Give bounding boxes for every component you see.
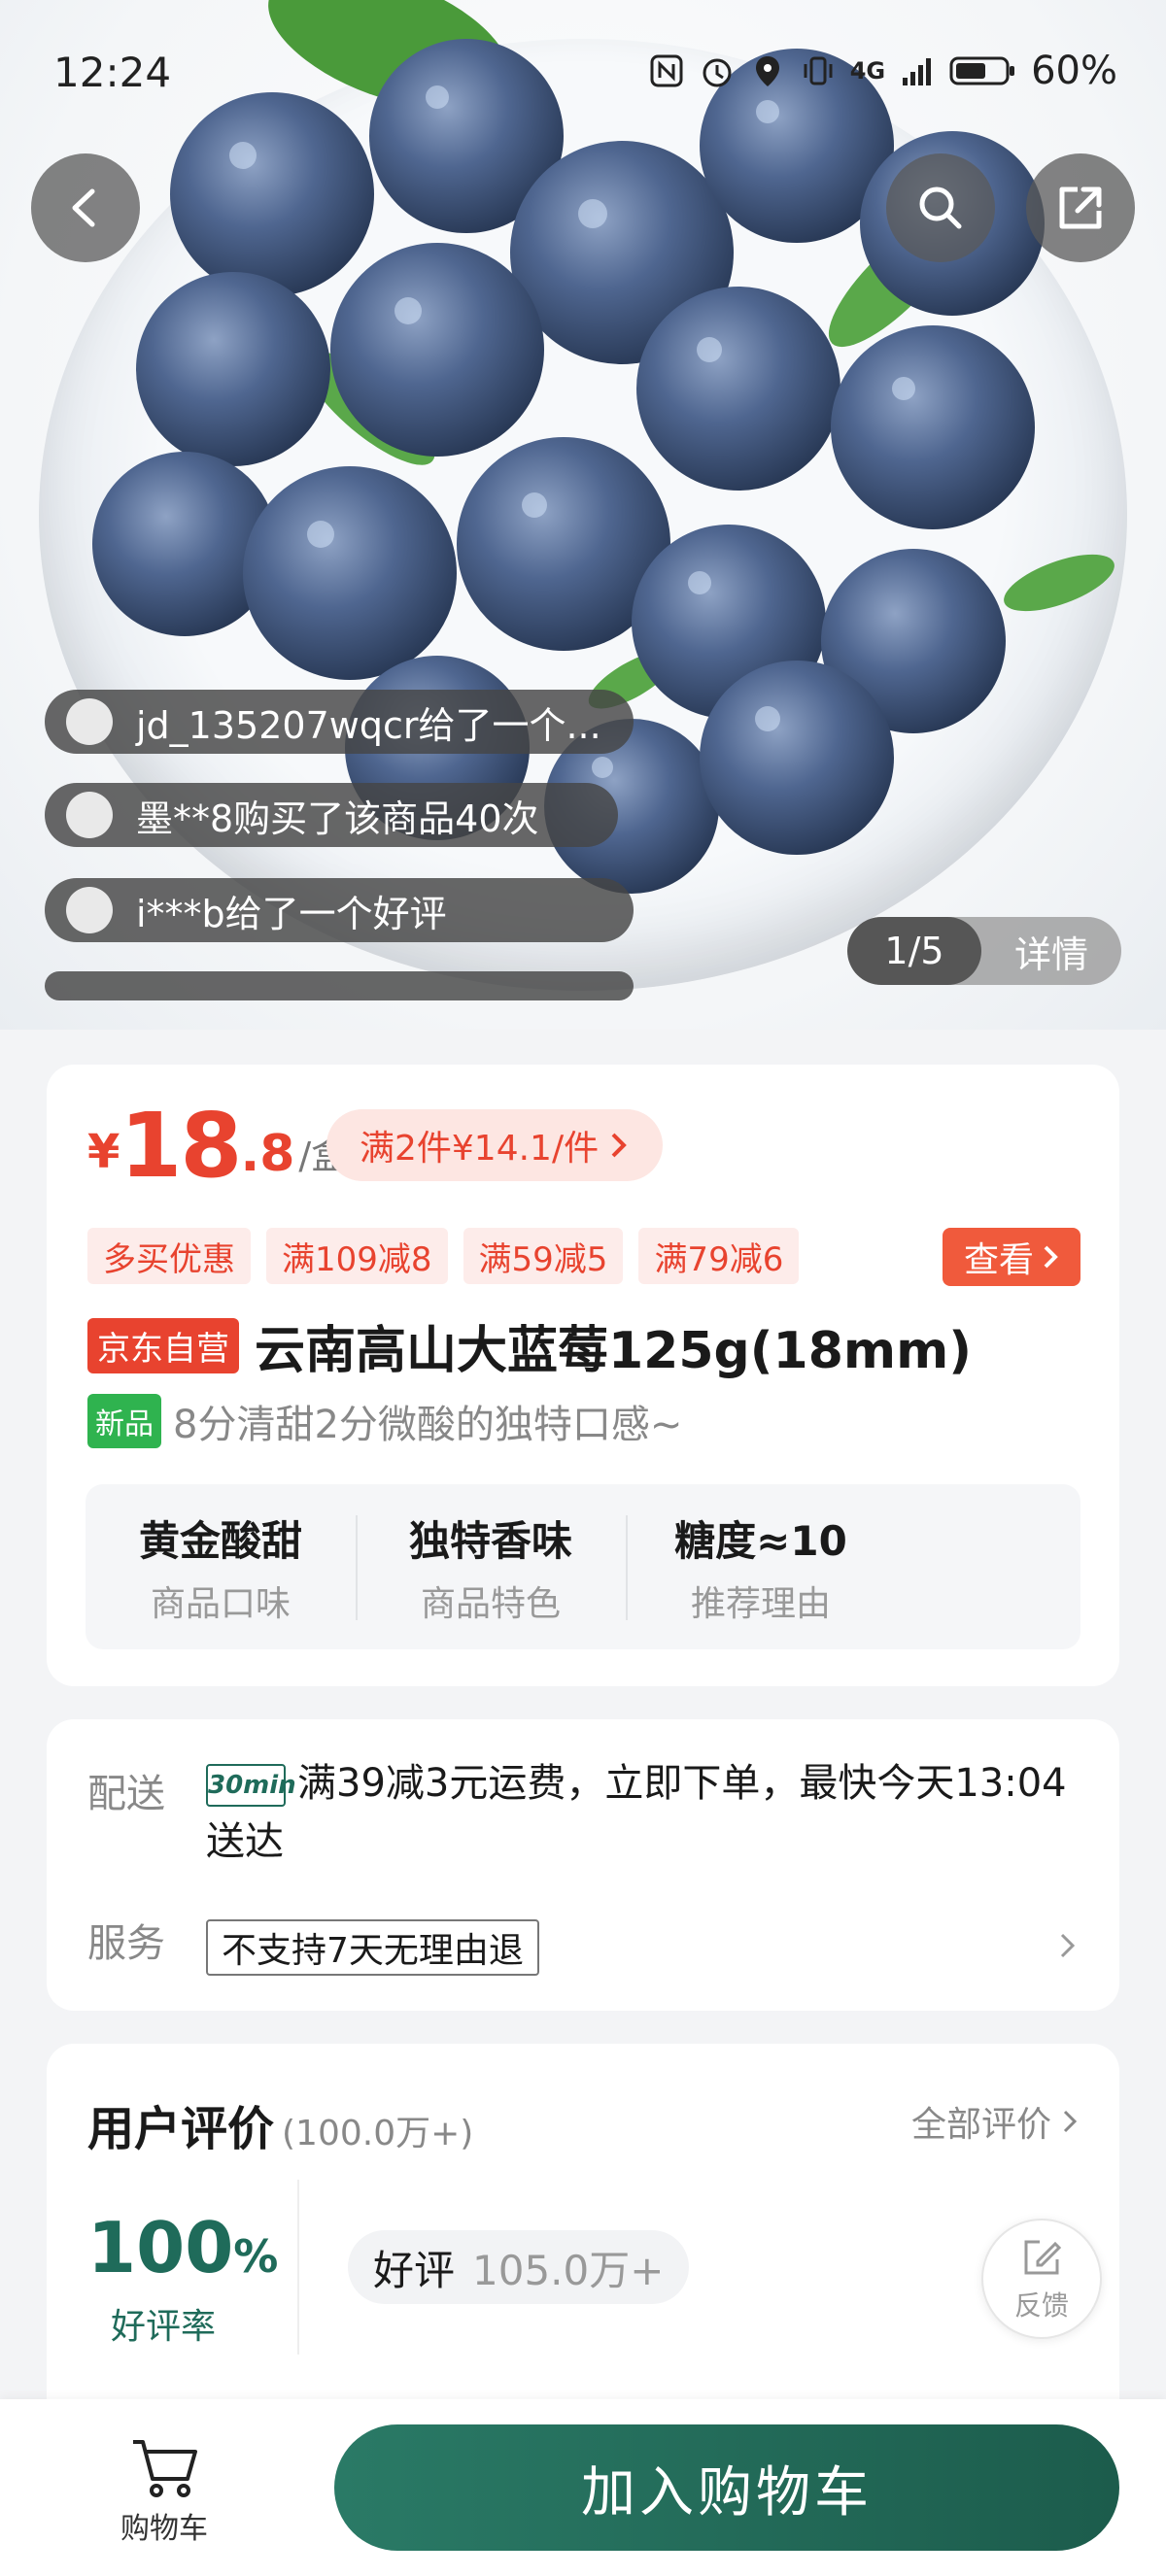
avatar: [66, 698, 113, 745]
image-count: 1/5: [847, 917, 981, 985]
feature-item: 糖度≈10 推荐理由: [626, 1484, 896, 1649]
delivery-text: 满39减3元运费，立即下单，最快今天13:04送达: [206, 1761, 1067, 1864]
feedback-button[interactable]: 反馈: [981, 2219, 1102, 2339]
chevron-right-icon: [611, 1133, 627, 1158]
reviews-title-row: 用户评价 (100.0万+): [87, 2090, 473, 2158]
title-row: 京东自营 云南高山大蓝莓125g(18mm): [87, 1309, 972, 1382]
ticker-text: 墨**8购买了该商品40次: [136, 797, 539, 840]
promo-tag: 满79减6: [638, 1228, 800, 1284]
activity-ticker: 墨**8购买了该商品40次: [45, 783, 618, 847]
positive-rate-label: 好评率: [111, 2307, 217, 2347]
feature-item: 黄金酸甜 商品口味: [86, 1484, 356, 1649]
product-title: 云南高山大蓝莓125g(18mm): [255, 1322, 973, 1380]
good-reviews-label: 好评: [373, 2246, 456, 2294]
bulk-promo-text: 满2件¥14.1/件: [360, 1129, 600, 1169]
promo-tag: 满109减8: [266, 1228, 448, 1284]
good-reviews-filter[interactable]: 好评 105.0万+: [348, 2230, 690, 2304]
bulk-promo-pill[interactable]: 满2件¥14.1/件: [326, 1109, 664, 1181]
chevron-right-icon: [1063, 2110, 1078, 2133]
price-symbol: ¥: [87, 1125, 120, 1179]
add-to-cart-button[interactable]: 加入购物车: [334, 2424, 1119, 2551]
search-icon: [919, 186, 962, 229]
reviews-card: 用户评价 (100.0万+) 全部评价 100% 好评率 好评 105.0万+ 反…: [47, 2044, 1119, 2452]
cart-label: 购物车: [120, 2512, 208, 2546]
vibrate-icon: [804, 56, 833, 85]
edit-feedback-icon: [1024, 2240, 1062, 2275]
delivery-card[interactable]: 配送 30min满39减3元运费，立即下单，最快今天13:04送达 服务 不支持…: [47, 1719, 1119, 2011]
feature-label: 商品特色: [420, 1583, 561, 1624]
view-promos-button[interactable]: 查看: [942, 1228, 1080, 1286]
battery-percent: 60%: [1031, 49, 1117, 93]
30min-delivery-logo: 30min: [206, 1764, 296, 1807]
new-badge: 新品: [87, 1394, 161, 1448]
image-pager[interactable]: 1/5 详情: [847, 917, 1121, 985]
status-bar: 12:24 4G 60%: [0, 0, 1166, 146]
bottom-action-bar: 购物车 加入购物车: [0, 2399, 1166, 2576]
chevron-right-icon: [1060, 1933, 1076, 1958]
delivery-label: 配送: [87, 1772, 165, 1816]
all-reviews-label: 全部评价: [910, 2105, 1051, 2145]
feature-item: 独特香味 商品特色: [356, 1484, 626, 1649]
reviews-title: 用户评价: [87, 2102, 275, 2156]
status-time: 12:24: [53, 49, 172, 96]
price-decimal: .8: [240, 1125, 295, 1183]
product-info-card: ¥ 18 .8 /盒 满2件¥14.1/件 多买优惠 满109减8 满59减5 …: [47, 1065, 1119, 1686]
feature-highlights: 黄金酸甜 商品口味 独特香味 商品特色 糖度≈10 推荐理由: [86, 1484, 1080, 1649]
divider: [297, 2180, 299, 2355]
location-icon: [755, 56, 779, 86]
back-arrow-icon: [72, 188, 95, 227]
activity-ticker: jd_135207wqcr给了一个...: [45, 690, 634, 754]
view-promos-label: 查看: [963, 1240, 1034, 1280]
good-reviews-count: 105.0万+: [472, 2246, 665, 2294]
avatar: [66, 792, 113, 838]
feedback-label: 反馈: [1013, 2289, 1069, 2322]
blueberry-product-image: [92, 0, 1115, 894]
status-icons: 4G 60%: [648, 49, 1117, 93]
price: ¥ 18 .8 /盒: [87, 1094, 348, 1198]
chevron-right-icon: [1044, 1245, 1058, 1269]
feature-label: 商品口味: [150, 1583, 291, 1624]
product-image-carousel[interactable]: 12:24 4G 60% jd_135207wqcr给了一个... 墨**8购买…: [0, 0, 1166, 1030]
alarm-icon: [703, 58, 732, 87]
delivery-info: 30min满39减3元运费，立即下单，最快今天13:04送达: [206, 1754, 1080, 1871]
activity-ticker-partial: [45, 971, 634, 1000]
avatar: [66, 887, 113, 933]
positive-rate-percent: %: [233, 2230, 279, 2283]
all-reviews-link[interactable]: 全部评价: [911, 2096, 1079, 2147]
service-tag: 不支持7天无理由退: [206, 1919, 539, 1976]
back-button[interactable]: [31, 153, 140, 262]
cart-button[interactable]: 购物车: [120, 2434, 208, 2547]
nfc-icon: [650, 54, 683, 87]
network-type: 4G: [849, 57, 886, 85]
subtitle-row: 新品 8分清甜2分微酸的独特口感~: [87, 1393, 682, 1449]
activity-ticker: i***b给了一个好评: [45, 878, 634, 942]
price-integer: 18: [120, 1094, 242, 1198]
promo-tags: 多买优惠 满109减8 满59减5 满79减6: [87, 1228, 800, 1284]
shopping-cart-icon: [133, 2440, 197, 2497]
details-link[interactable]: 详情: [981, 917, 1121, 985]
positive-rate-value: 100: [87, 2207, 234, 2288]
feature-label: 推荐理由: [690, 1583, 831, 1624]
feature-value: 独特香味: [408, 1516, 572, 1565]
promo-tag: 多买优惠: [87, 1228, 251, 1284]
reviews-count: (100.0万+): [282, 2114, 474, 2153]
positive-rate: 100%: [87, 2207, 278, 2288]
feature-value: 黄金酸甜: [138, 1516, 302, 1565]
ticker-text: i***b给了一个好评: [136, 892, 447, 935]
search-button[interactable]: [886, 153, 995, 262]
share-icon: [1059, 186, 1102, 229]
jd-self-operated-badge: 京东自营: [87, 1318, 239, 1373]
product-subtitle: 8分清甜2分微酸的独特口感~: [173, 1403, 683, 1447]
share-button[interactable]: [1026, 153, 1135, 262]
service-label: 服务: [87, 1921, 165, 1966]
promo-tag: 满59减5: [463, 1228, 624, 1284]
feature-value: 糖度≈10: [674, 1516, 847, 1565]
signal-icon: [903, 58, 932, 85]
ticker-text: jd_135207wqcr给了一个...: [136, 703, 601, 747]
battery-icon: [949, 56, 1015, 85]
